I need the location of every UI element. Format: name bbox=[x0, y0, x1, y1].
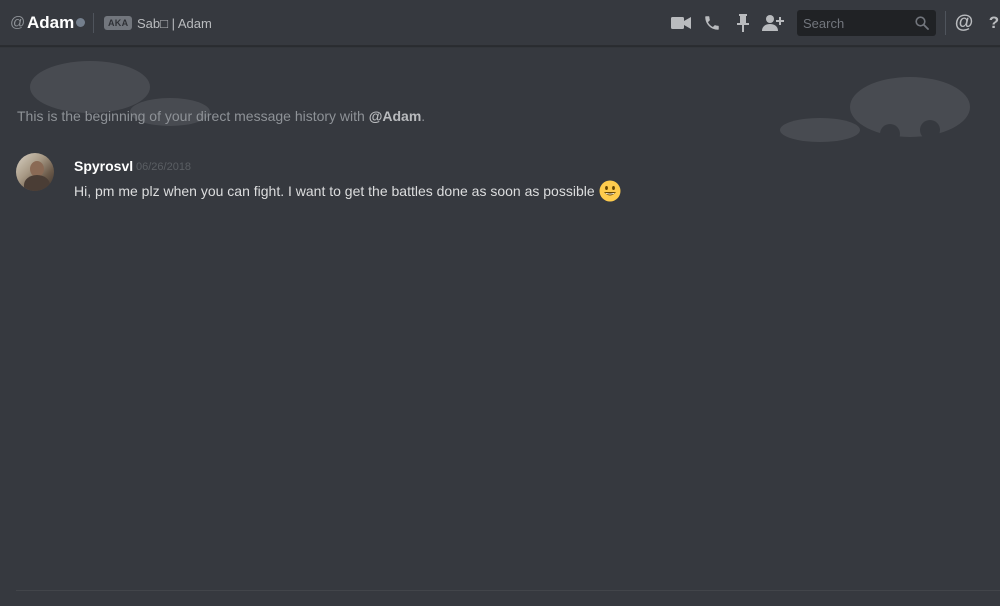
add-friend-icon[interactable] bbox=[762, 12, 784, 34]
header-divider bbox=[93, 13, 94, 33]
message-group: Spyrosvl 06/26/2018 Hi, pm me plz when y… bbox=[16, 153, 916, 203]
pin-icon[interactable] bbox=[732, 12, 754, 34]
aka-names: Sab□ | Adam bbox=[137, 16, 212, 31]
wumpus-watermark-right-icon bbox=[780, 77, 970, 142]
message-timestamp: 06/26/2018 bbox=[136, 161, 192, 173]
channel-title[interactable]: Adam bbox=[27, 12, 74, 34]
at-symbol: @ bbox=[10, 14, 26, 31]
smiley-emoji-icon bbox=[599, 180, 621, 202]
help-icon-glyph: ? bbox=[988, 13, 1000, 32]
toolbar-divider bbox=[945, 11, 946, 35]
messages-area[interactable]: This is the beginning of your direct mes… bbox=[0, 47, 1000, 592]
dm-chat-window: @ Adam AKA Sab□ | Adam Search @ ? This i… bbox=[0, 0, 1000, 606]
voice-call-icon[interactable] bbox=[701, 12, 723, 34]
intro-suffix: . bbox=[421, 108, 426, 124]
avatar[interactable] bbox=[16, 153, 54, 191]
intro-prefix: This is the beginning of your direct mes… bbox=[17, 108, 369, 124]
dm-history-intro: This is the beginning of your direct mes… bbox=[17, 107, 425, 125]
message-text: Hi, pm me plz when you can fight. I want… bbox=[74, 183, 595, 199]
composer-divider bbox=[16, 590, 1000, 591]
message-content: Hi, pm me plz when you can fight. I want… bbox=[74, 180, 621, 202]
search-icon bbox=[915, 16, 929, 30]
search-input[interactable] bbox=[803, 15, 907, 31]
channel-header: @ Adam AKA Sab□ | Adam Search @ ? bbox=[0, 0, 1000, 46]
message-author[interactable]: Spyrosvl bbox=[74, 157, 133, 175]
help-icon[interactable]: ? bbox=[983, 12, 1000, 34]
mention-icon[interactable]: @ bbox=[953, 12, 975, 34]
mention-icon-glyph: @ bbox=[954, 12, 974, 33]
video-call-icon[interactable] bbox=[670, 12, 692, 34]
search-bar[interactable] bbox=[797, 10, 936, 36]
user-mention[interactable]: @Adam bbox=[369, 108, 422, 124]
aka-badge: AKA bbox=[104, 16, 133, 30]
status-indicator-icon bbox=[76, 18, 85, 27]
